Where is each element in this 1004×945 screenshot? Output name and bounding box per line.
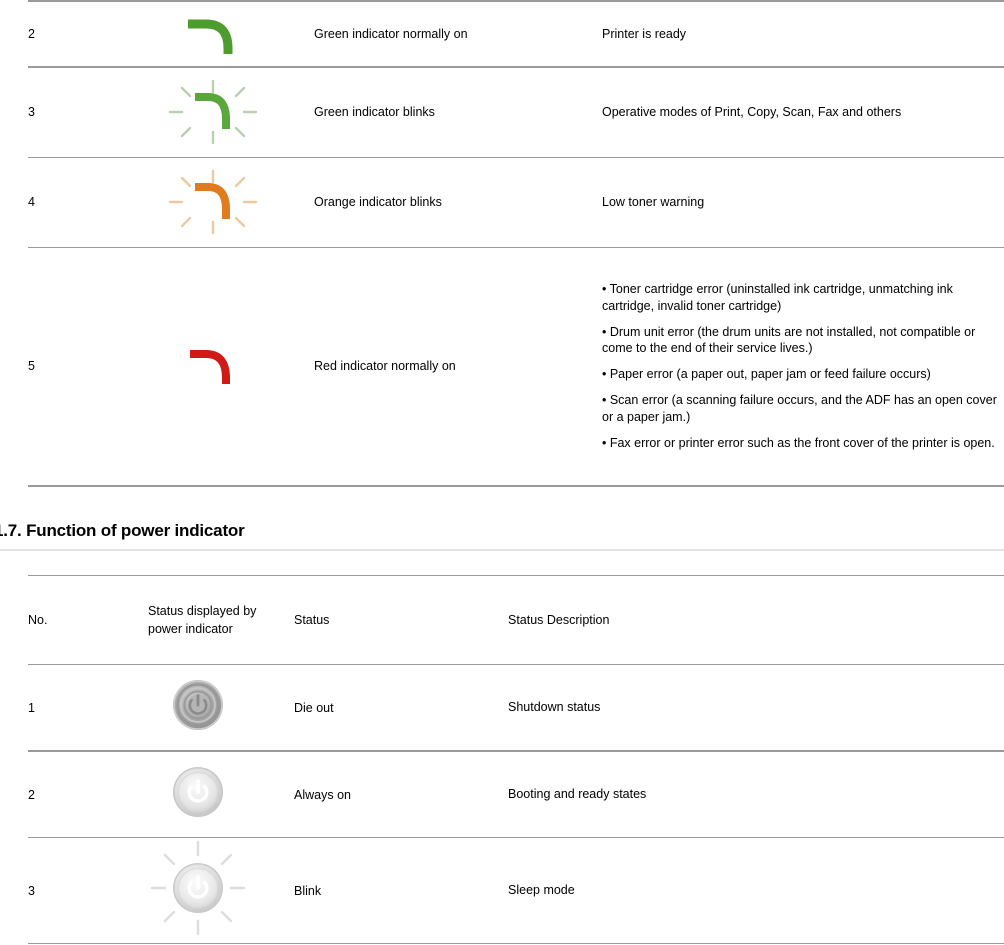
power-icon-cell [148,838,294,944]
power-icon-cell [148,751,294,838]
description-line: • Paper error (a paper out, paper jam or… [602,367,931,382]
table-row: 5 Red indicator normally on • Toner cart… [28,247,1004,486]
status-label: Green indicator normally on [314,27,468,41]
row-number: 2 [28,27,35,41]
table-bottom-border [28,486,1004,488]
description-line: Printer is ready [602,26,687,41]
indicator-icon-cell [158,157,314,247]
description-line: Operative modes of Print, Copy, Scan, Fa… [602,104,902,119]
status-description: • Toner cartridge error (uninstalled ink… [602,247,1004,486]
description-line: • Scan error (a scanning failure occurs,… [602,393,997,424]
section-heading: 1.7. Function of power indicator [0,521,245,540]
status-label: Orange indicator blinks [314,195,442,209]
description-line: • Drum unit error (the drum units are no… [602,324,976,356]
status-description: Booting and ready states [508,787,647,802]
orange-arc-blinking-indicator-icon [158,169,268,235]
status-label: Red indicator normally on [314,359,456,374]
row-number: 3 [28,883,35,898]
table-row: 2 Green indicator normally on Printer is… [28,1,1004,67]
row-number: 2 [28,787,35,802]
power-button-on-icon [148,767,248,836]
status-label: Always on [294,787,351,802]
row-number: 3 [28,105,35,120]
table-row: 3 [28,837,1004,944]
description-line: • Fax error or printer error such as the… [602,435,995,450]
power-button-blink-icon [148,840,248,942]
row-number: 1 [28,700,35,715]
table-row: 3 [28,67,1004,157]
red-arc-indicator-icon [158,342,268,390]
table-row: 2 Always on Booting and ready states [28,751,1004,838]
indicator-icon-cell [158,67,314,157]
column-header-icon: Status displayed by power indicator [148,603,257,636]
status-description: Low toner warning [602,157,1004,247]
status-label: Green indicator blinks [314,105,435,120]
row-number: 4 [28,195,35,209]
status-description: Operative modes of Print, Copy, Scan, Fa… [602,67,1004,157]
table-bottom-border [28,943,1004,945]
column-header-no: No. [28,612,48,627]
table-bottom-border-cell [28,486,1004,487]
status-label: Die out [294,700,334,715]
table-row: 1 Die out Shutdown status [28,664,1004,752]
table-header-row: No. Status displayed by power indicator … [28,575,1004,665]
status-label: Blink [294,883,322,898]
document-page: 2 Green indicator normally on Printer is… [0,0,1004,944]
power-indicator-table-wrapper: No. Status displayed by power indicator … [0,575,1004,944]
status-description: Sleep mode [508,883,575,898]
green-arc-blinking-indicator-icon [158,79,268,145]
indicator-icon-cell [158,247,314,486]
status-description: Printer is ready [602,1,1004,67]
power-indicator-table: No. Status displayed by power indicator … [28,575,1004,944]
column-header-status: Status [294,612,330,627]
power-icon-cell [148,665,294,752]
status-description: Shutdown status [508,700,601,715]
indicator-icon-cell [158,1,314,67]
green-arc-indicator-icon [158,10,268,58]
column-header-description: Status Description [508,612,610,627]
power-button-off-icon [148,680,248,749]
description-line: • Toner cartridge error (uninstalled ink… [602,281,953,313]
description-line: Low toner warning [602,194,705,209]
row-number: 5 [28,359,35,374]
heading-divider [0,549,1004,551]
table-bottom-border-cell [28,944,1004,945]
table-row: 4 Orange indicator blinks Low toner warn… [28,157,1004,247]
indicator-status-table: 2 Green indicator normally on Printer is… [28,0,1004,488]
